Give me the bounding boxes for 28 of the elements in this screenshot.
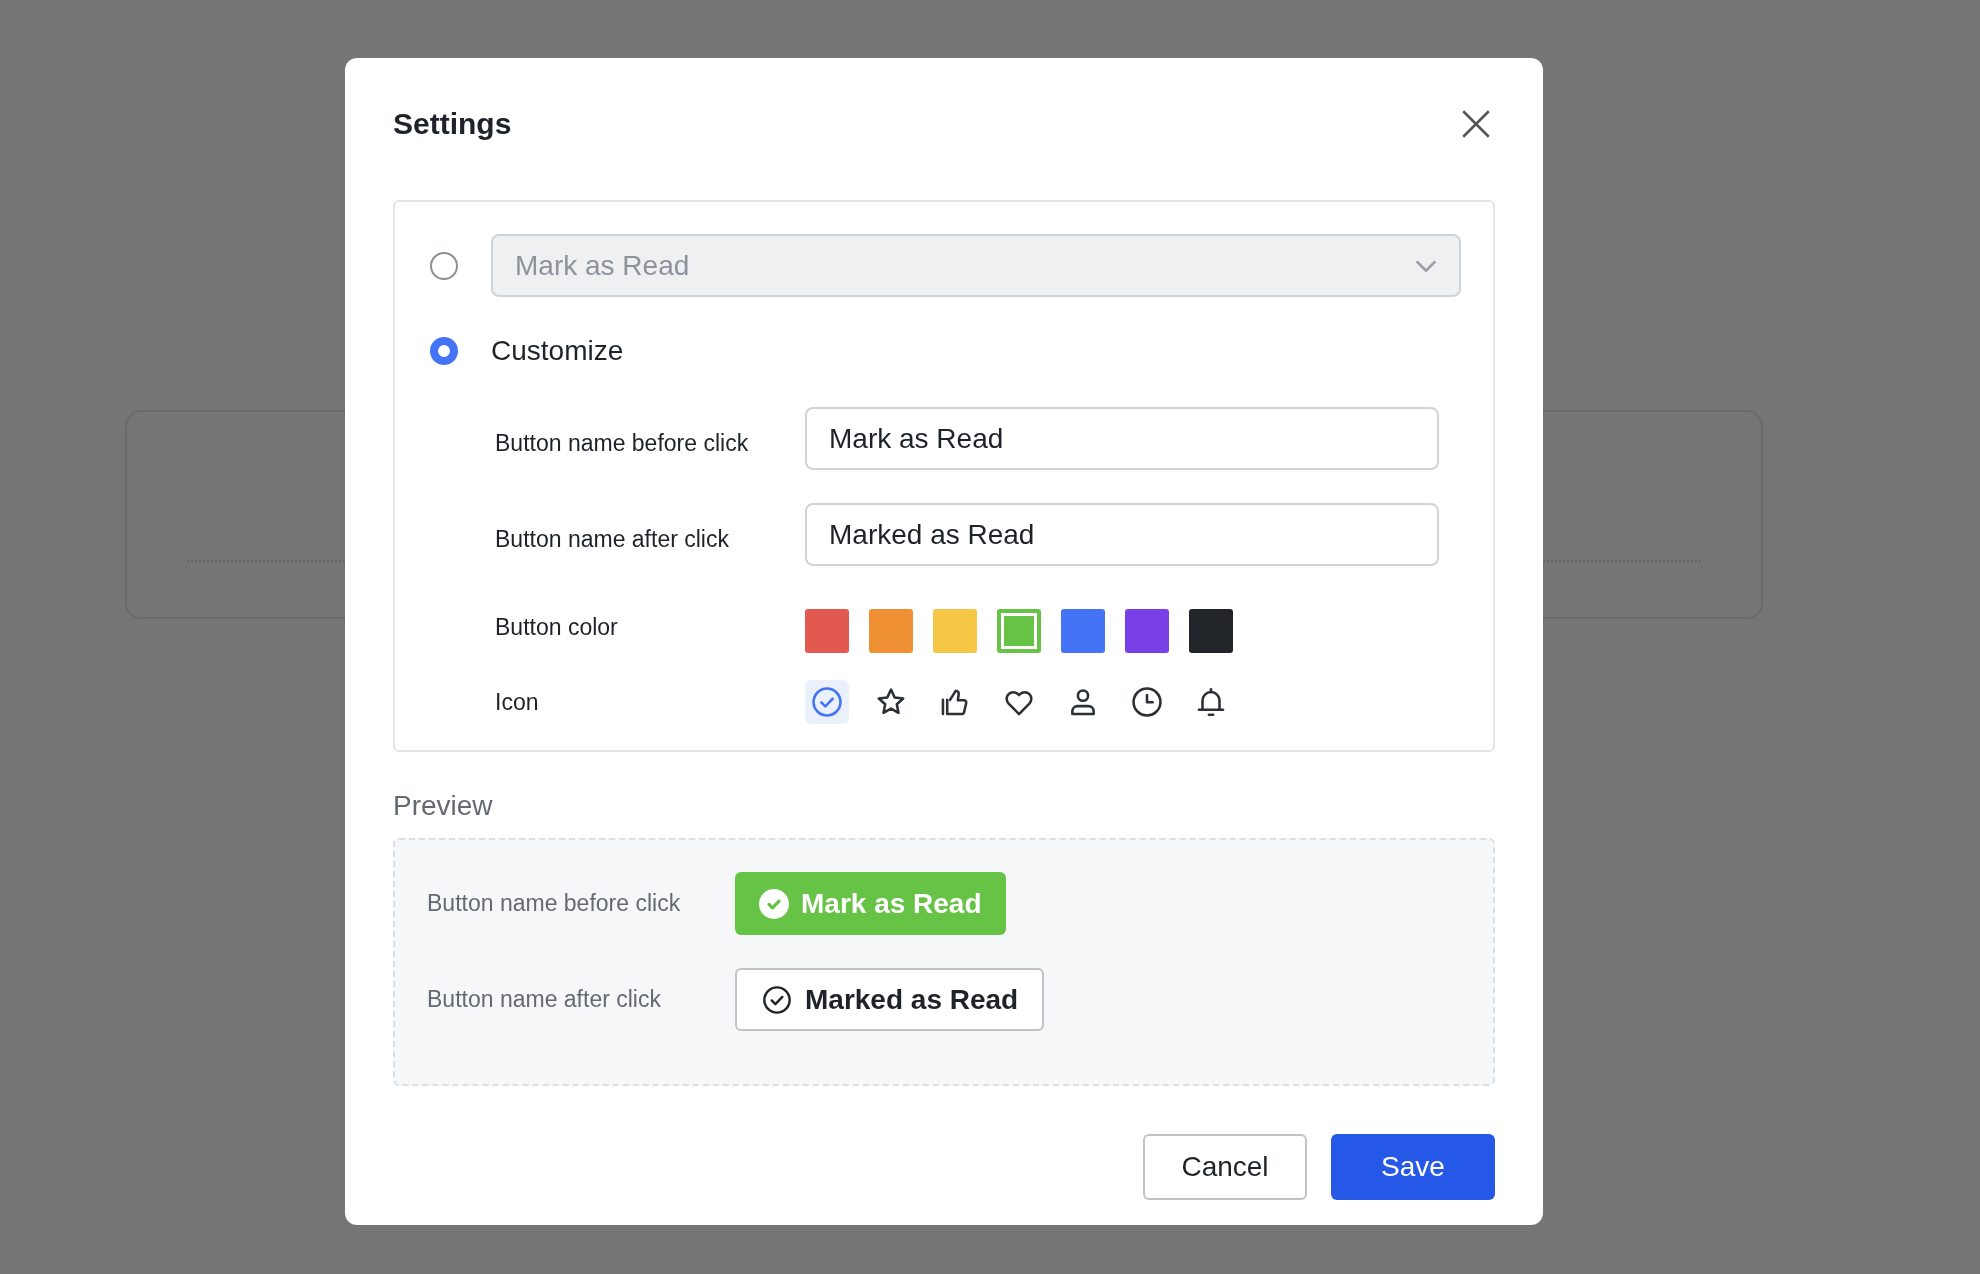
chevron-down-icon	[1415, 259, 1437, 272]
color-swatch[interactable]	[869, 609, 913, 653]
check-circle-icon	[759, 888, 789, 919]
color-swatch[interactable]	[1125, 609, 1169, 653]
clock-icon	[1130, 685, 1164, 719]
preview-button[interactable]: Marked as Read	[735, 968, 1045, 1031]
field-label: Button name before click	[495, 430, 750, 457]
field-label: Button name before click	[427, 890, 682, 917]
save-button[interactable]: Save	[1331, 1134, 1495, 1200]
color-swatch[interactable]	[1061, 609, 1105, 653]
field-label: Icon	[495, 688, 540, 716]
color-swatch[interactable]	[805, 609, 849, 653]
section-heading: Preview	[393, 790, 494, 822]
option-label: Customize	[491, 335, 624, 367]
radio-button[interactable]	[430, 251, 458, 280]
dialog-title: Settings	[393, 107, 512, 141]
color-swatch[interactable]	[997, 609, 1041, 653]
field-label: Button name after click	[495, 526, 730, 553]
check-circle-icon	[810, 685, 844, 719]
text-input[interactable]: Mark as Read	[805, 407, 1439, 470]
field-label: Button color	[495, 613, 619, 641]
check-circle-icon	[761, 983, 793, 1016]
color-swatch[interactable]	[1189, 609, 1233, 653]
cancel-button[interactable]: Cancel	[1143, 1134, 1307, 1200]
text-input[interactable]: Marked as Read	[805, 503, 1439, 566]
field-label: Button name after click	[427, 986, 662, 1013]
color-swatch[interactable]	[933, 609, 977, 653]
radio-button[interactable]	[430, 337, 458, 365]
